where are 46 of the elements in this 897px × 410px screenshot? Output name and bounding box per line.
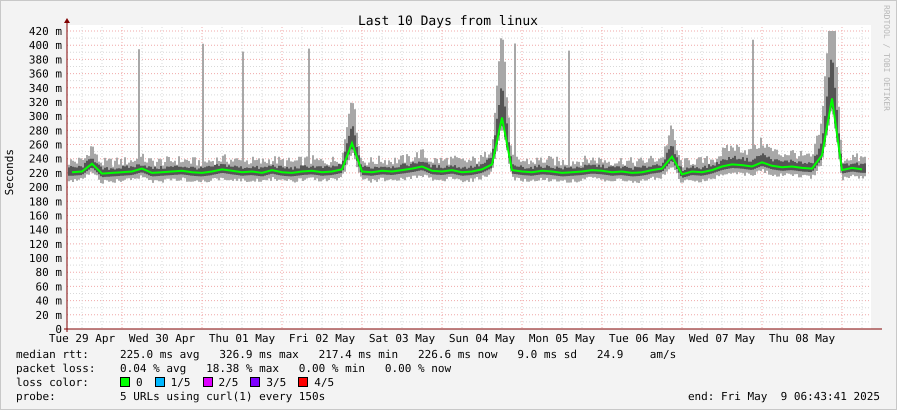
y-tick-label: 100 m xyxy=(28,252,62,266)
x-tick-label: Sun 04 May xyxy=(448,332,516,344)
y-tick-label: 240 m xyxy=(28,152,62,166)
y-tick-label: 340 m xyxy=(28,82,62,95)
y-tick-label: 420 m xyxy=(28,25,62,38)
y-tick-label: 20 m xyxy=(36,308,62,322)
legend-item-label: 0 xyxy=(136,376,143,388)
y-tick-label: 200 m xyxy=(28,181,62,194)
legend-label: packet loss: xyxy=(16,362,96,374)
x-tick-label: Mon 05 May xyxy=(528,332,596,344)
x-tick-label: Wed 07 May xyxy=(688,332,756,344)
legend-label: probe: xyxy=(16,390,57,402)
y-tick-label: 160 m xyxy=(28,209,62,222)
end-time: end: Fri May 9 06:43:41 2025 xyxy=(688,390,880,402)
y-axis-title: Seconds xyxy=(2,149,17,196)
x-tick-label: Thu 01 May xyxy=(208,332,276,344)
y-tick-label: 360 m xyxy=(28,68,62,81)
y-tick-label: 380 m xyxy=(28,53,62,66)
legend-values: 225.0 ms avg 326.9 ms max 217.4 ms min 226.6 ms now 9.0 ms sd 24.9 am/s xyxy=(120,348,676,360)
y-tick-label: 320 m xyxy=(28,96,62,109)
x-tick-label: Thu 08 May xyxy=(768,332,836,344)
y-tick-label: 120 m xyxy=(28,238,62,251)
probe-text: 5 URLs using curl(1) every 150s xyxy=(120,390,326,402)
y-tick-label: 80 m xyxy=(36,266,62,280)
legend-label: loss color: xyxy=(16,376,90,388)
legend-item-label: 1/5 xyxy=(170,376,190,388)
x-tick-label: Fri 02 May xyxy=(288,332,356,344)
credit-text: RRDTOOL / TOBI OETIKER xyxy=(882,5,891,111)
x-tick-label: Sat 03 May xyxy=(368,332,436,344)
legend-item-label: 2/5 xyxy=(218,376,238,388)
y-tick-label: 220 m xyxy=(28,166,62,180)
y-tick-label: 180 m xyxy=(28,195,62,208)
y-tick-label: 60 m xyxy=(36,280,62,294)
y-tick-label: 40 m xyxy=(36,294,62,308)
y-tick-label: 280 m xyxy=(28,124,62,138)
y-tick-label: 400 m xyxy=(28,39,62,52)
chart-title: Last 10 Days from linux xyxy=(358,14,538,29)
y-tick-label: 300 m xyxy=(28,110,62,124)
x-tick-label: Tue 06 May xyxy=(608,332,676,344)
legend-label: median rtt: xyxy=(16,348,90,360)
legend-item-label: 3/5 xyxy=(266,376,286,388)
legend-values: 0.04 % avg 18.38 % max 0.00 % min 0.00 % now xyxy=(120,362,452,374)
legend-item-label: 4/5 xyxy=(314,376,334,388)
y-tick-label: 260 m xyxy=(28,138,62,152)
y-tick-label: 140 m xyxy=(28,224,62,237)
x-tick-label: Wed 30 Apr xyxy=(128,332,196,344)
